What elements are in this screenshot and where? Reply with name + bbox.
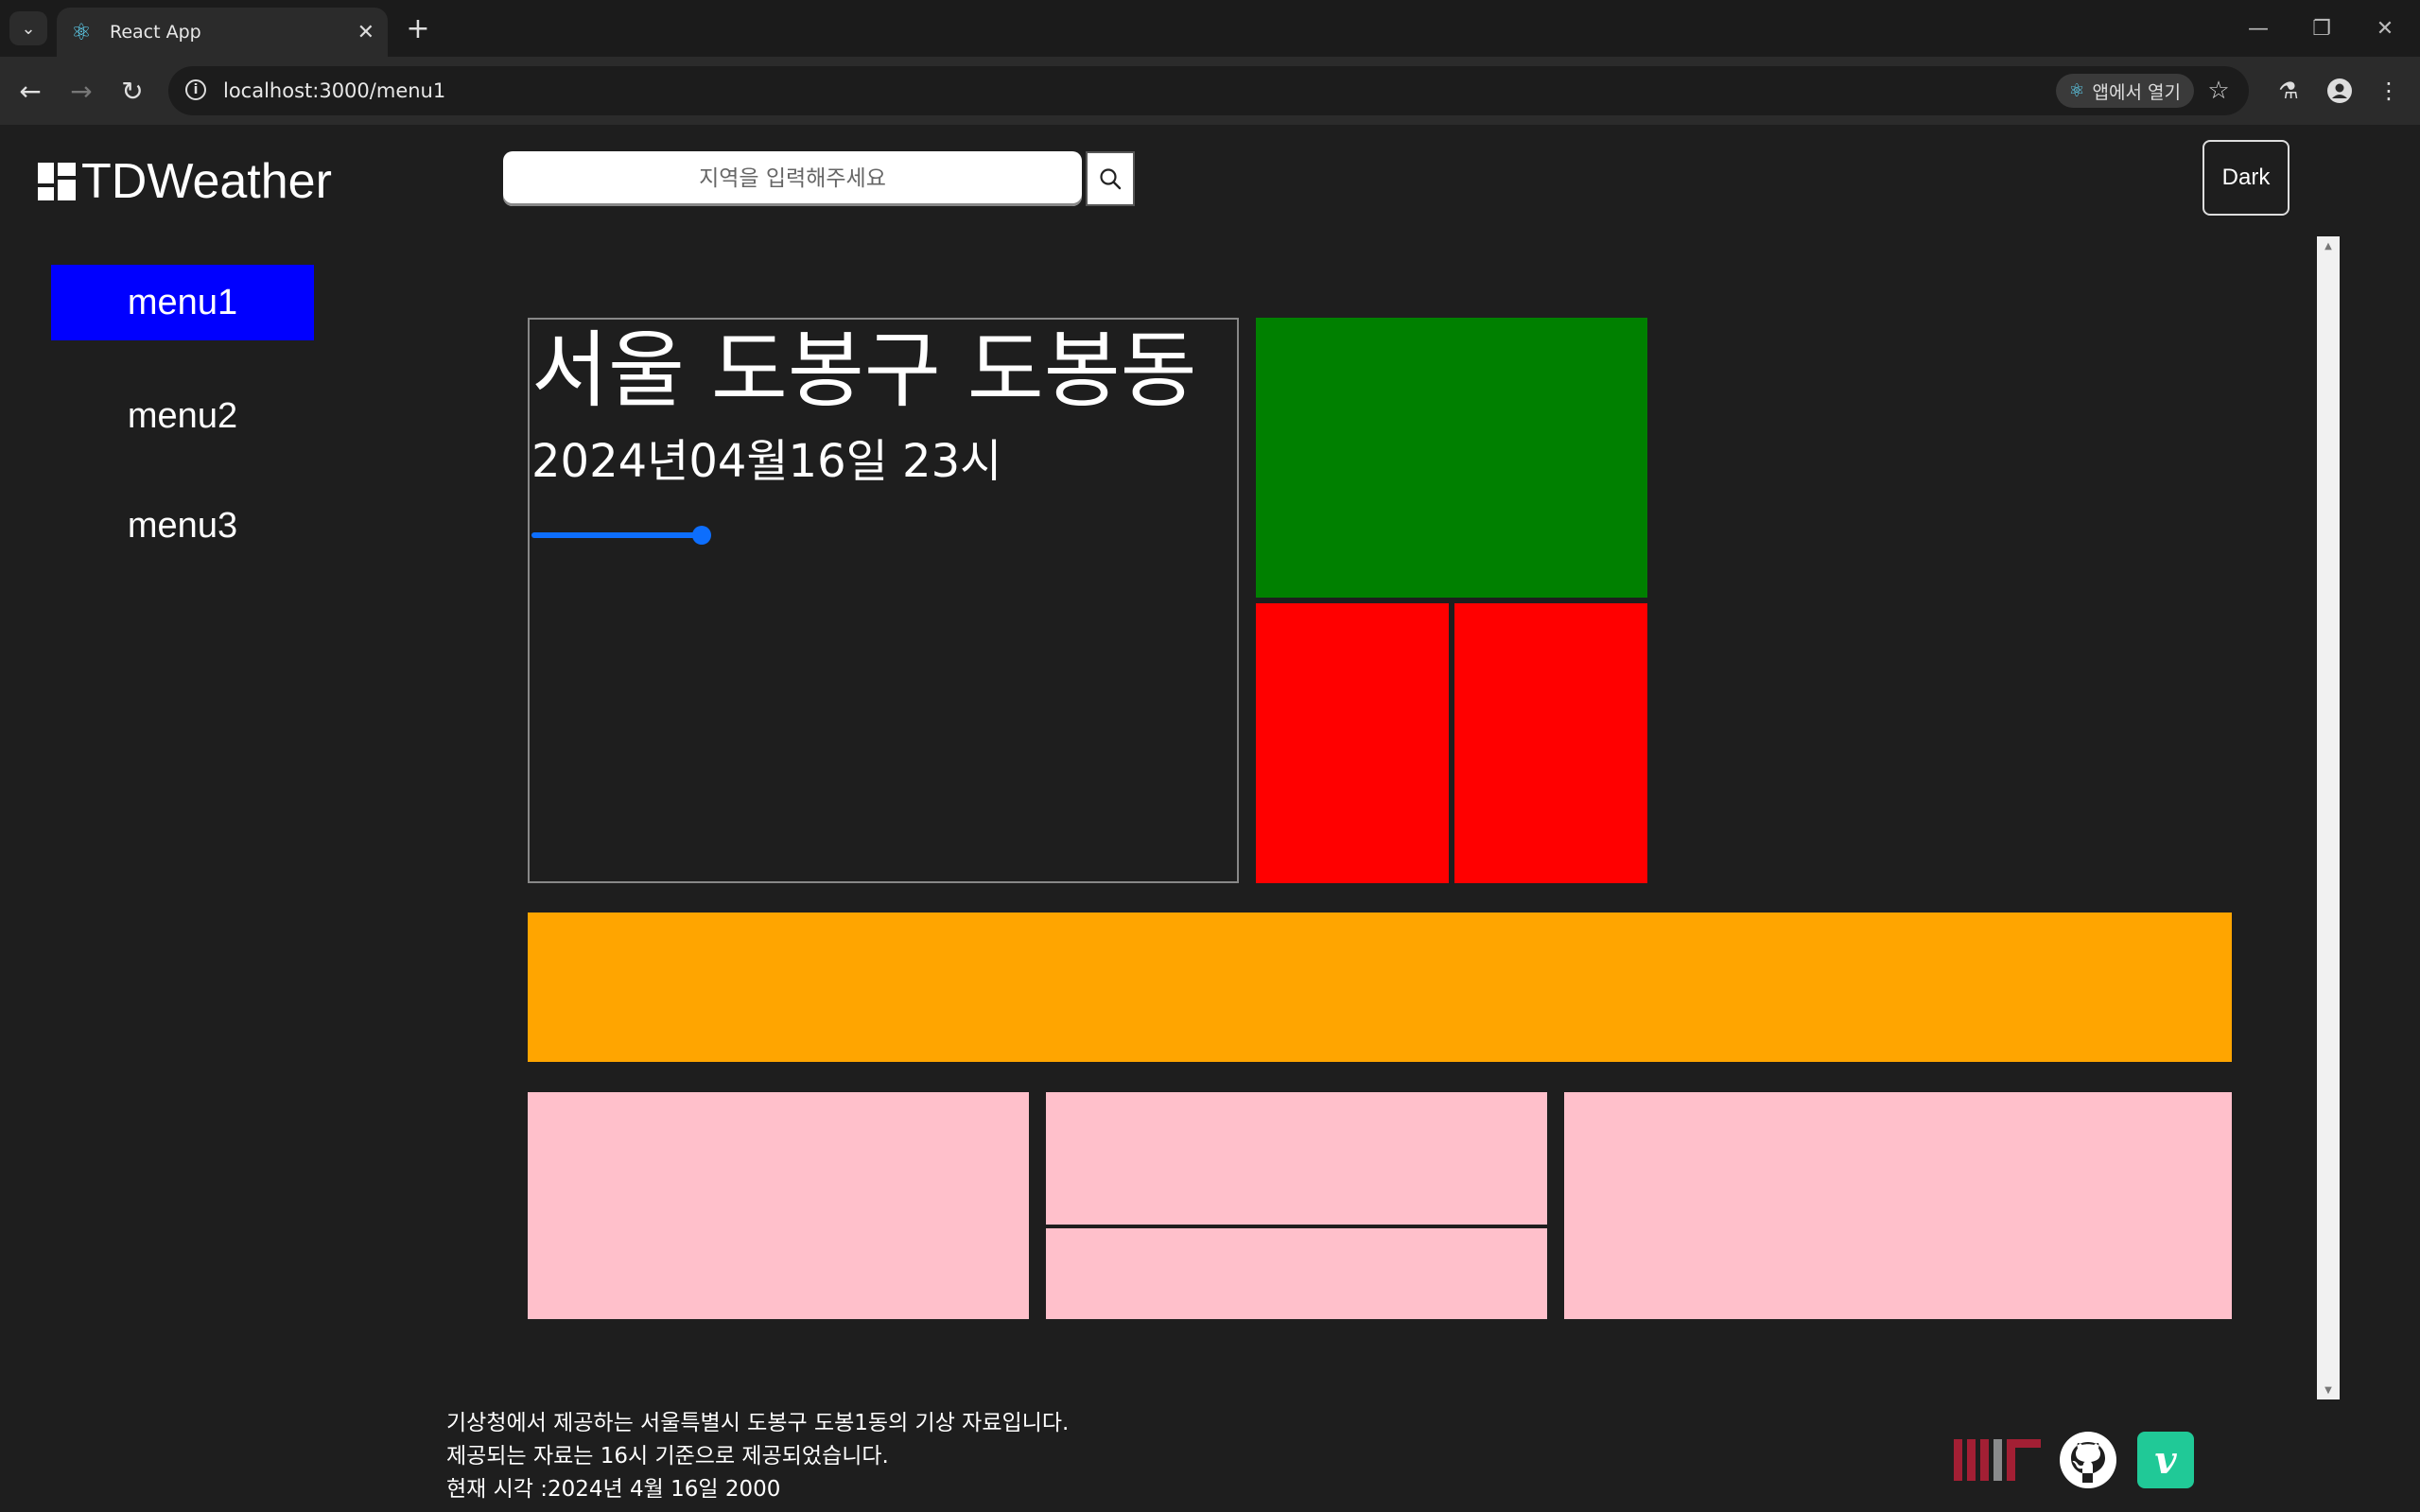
tab-list-icon[interactable]: ⌄: [9, 11, 47, 45]
labs-icon[interactable]: ⚗: [2270, 72, 2307, 110]
weather-card: 서울 도봉구 도봉동 2024년04월16일 23시: [528, 318, 1239, 883]
react-favicon-icon: ⚛: [71, 19, 92, 45]
github-icon[interactable]: [2058, 1432, 2118, 1488]
scroll-up-icon[interactable]: ▲: [2317, 236, 2340, 255]
logo[interactable]: TDWeather: [38, 153, 332, 210]
scrollbar[interactable]: ▲ ▼: [2317, 236, 2340, 1399]
search-icon: [1100, 168, 1122, 190]
open-in-app-label: 앱에서 열기: [2092, 81, 2181, 103]
red-panel-left: [1256, 603, 1449, 883]
window-close-icon[interactable]: ✕: [2357, 11, 2413, 45]
reload-icon[interactable]: ↻: [113, 72, 151, 110]
pink-panel-middle-top: [1046, 1092, 1547, 1225]
forward-icon[interactable]: →: [62, 72, 100, 110]
search-button[interactable]: [1086, 151, 1135, 206]
slider-track: [531, 532, 702, 538]
browser-tab-bar: ⌄ ⚛ React App ✕ + — ❐ ✕: [0, 0, 2420, 57]
browser-toolbar: ← → ↻ i localhost:3000/menu1 ⚛ 앱에서 열기 ☆ …: [0, 57, 2420, 125]
pink-panel-right: [1564, 1092, 2232, 1319]
search-bar: [503, 151, 1135, 206]
menu-item-menu2[interactable]: menu2: [51, 378, 314, 454]
footer-line-3: 현재 시각 :2024년 4월 16일 2000: [446, 1477, 781, 1502]
svg-text:v: v: [2154, 1438, 2177, 1483]
browser-tab[interactable]: ⚛ React App ✕: [57, 8, 388, 57]
info-icon[interactable]: i: [185, 79, 206, 100]
footer-line-2: 제공되는 자료는 16시 기준으로 제공되었습니다.: [446, 1444, 889, 1469]
slider-thumb[interactable]: [692, 526, 711, 545]
green-panel: [1256, 318, 1647, 598]
red-panel-right: [1454, 603, 1647, 883]
orange-panel: [528, 912, 2232, 1062]
react-app-icon: ⚛: [2068, 80, 2085, 101]
theme-toggle-button[interactable]: Dark: [2202, 140, 2289, 216]
menu-item-menu1[interactable]: menu1: [51, 265, 314, 340]
footer-line-1: 기상청에서 제공하는 서울특별시 도봉구 도봉1동의 기상 자료입니다.: [446, 1411, 1070, 1435]
url-text[interactable]: localhost:3000/menu1: [223, 66, 445, 115]
restore-icon[interactable]: ❐: [2293, 11, 2350, 45]
time-slider[interactable]: [531, 526, 711, 545]
app-root: TDWeather Dark menu1 menu2 menu3 ▲ ▼ 서울 …: [0, 125, 2420, 1512]
star-icon[interactable]: ☆: [2202, 74, 2236, 108]
profile-icon[interactable]: [2321, 72, 2359, 110]
pink-panel-left: [528, 1092, 1029, 1319]
pink-panel-middle-bottom: [1046, 1228, 1547, 1319]
location-title: 서울 도봉구 도봉동: [531, 322, 1197, 419]
dashboard-icon: [38, 163, 76, 200]
minimize-icon[interactable]: —: [2230, 11, 2287, 45]
scroll-down-icon[interactable]: ▼: [2317, 1381, 2340, 1399]
mit-icon[interactable]: [1954, 1432, 2041, 1488]
tab-title: React App: [110, 22, 201, 43]
forecast-datetime: 2024년04월16일 23시: [531, 435, 1002, 488]
vimeo-icon[interactable]: v: [2137, 1432, 2194, 1488]
logo-text: TDWeather: [81, 154, 332, 209]
address-bar[interactable]: i localhost:3000/menu1 ⚛ 앱에서 열기 ☆: [168, 66, 2249, 115]
close-icon[interactable]: ✕: [357, 21, 374, 44]
more-icon[interactable]: ⋮: [2370, 72, 2408, 110]
plus-icon[interactable]: +: [399, 11, 437, 45]
back-icon[interactable]: ←: [11, 72, 49, 110]
search-input[interactable]: [503, 151, 1082, 206]
open-in-app-button[interactable]: ⚛ 앱에서 열기: [2055, 74, 2194, 108]
menu-item-menu3[interactable]: menu3: [51, 488, 314, 564]
